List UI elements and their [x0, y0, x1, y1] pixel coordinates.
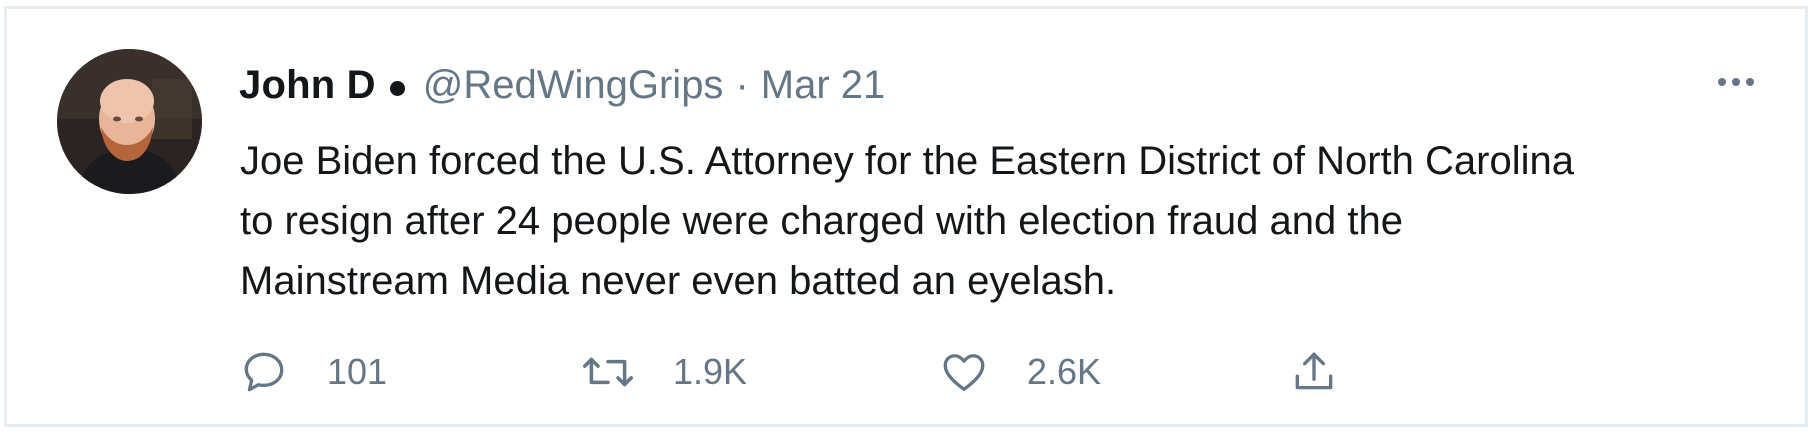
- retweet-arrows-icon: [582, 357, 634, 387]
- tweet-text-line: Joe Biden forced the U.S. Attorney for t…: [240, 139, 1574, 183]
- avatar-image: [57, 49, 202, 194]
- speech-bubble-icon: [244, 352, 284, 392]
- reply-count: 101: [327, 351, 388, 392]
- more-horizontal-icon: [1732, 78, 1740, 86]
- reply-button[interactable]: 101: [239, 339, 387, 405]
- tweet-text: Joe Biden forced the U.S. Attorney for t…: [240, 131, 1780, 311]
- retweet-button[interactable]: 1.9K: [581, 339, 747, 405]
- author-display-name[interactable]: John D: [239, 65, 376, 105]
- retweet-count: 1.9K: [673, 351, 748, 392]
- tweet-text-line: to resign after 24 people were charged w…: [240, 199, 1403, 243]
- avatar[interactable]: [57, 49, 202, 194]
- author-handle[interactable]: @RedWingGrips: [423, 65, 724, 105]
- more-horizontal-icon: [1746, 78, 1754, 86]
- more-options-button[interactable]: [1709, 67, 1763, 97]
- tweet-header: John D @RedWingGrips · Mar 21: [239, 55, 885, 115]
- header-separator: ·: [735, 63, 749, 107]
- tweet-text-line: Mainstream Media never even batted an ey…: [240, 259, 1117, 303]
- more-horizontal-icon: [1718, 78, 1726, 86]
- name-dot: [389, 80, 405, 96]
- share-button[interactable]: [1289, 339, 1339, 405]
- tweet-date[interactable]: Mar 21: [761, 65, 886, 105]
- share-upload-icon: [1295, 352, 1333, 390]
- like-button[interactable]: 2.6K: [939, 339, 1101, 405]
- heart-icon: [943, 354, 985, 391]
- tweet-card[interactable]: John D @RedWingGrips · Mar 21 Joe Biden …: [4, 6, 1808, 427]
- like-count: 2.6K: [1027, 351, 1102, 392]
